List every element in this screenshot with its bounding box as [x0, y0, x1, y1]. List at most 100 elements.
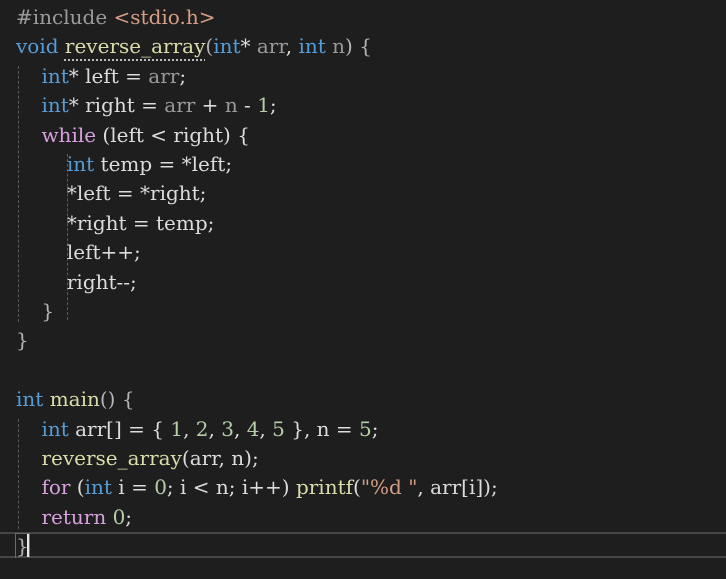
code-token: , — [259, 416, 273, 441]
code-line[interactable]: while (left < right) { — [0, 121, 726, 150]
code-line-text: int temp = *left; — [16, 150, 232, 179]
code-token: 0 — [154, 475, 167, 500]
code-token: main — [49, 387, 100, 412]
code-line[interactable]: *left = *right; — [0, 179, 726, 208]
code-token: 2 — [195, 416, 209, 441]
code-token: , arr[i]); — [417, 475, 498, 500]
code-token: , — [285, 34, 299, 59]
code-line-text: int* left = arr; — [16, 62, 186, 91]
code-token: ; — [125, 504, 133, 529]
code-token: 4 — [246, 416, 260, 441]
code-token: ; — [179, 63, 187, 88]
code-line-text: for (int i = 0; i < n; i++) printf("%d "… — [16, 473, 498, 502]
code-token: }, n = — [284, 416, 360, 441]
code-line[interactable]: left++; — [0, 238, 726, 267]
code-token: for — [41, 475, 71, 500]
code-line[interactable]: void reverse_array(int* arr, int n) { — [0, 32, 726, 61]
code-token: right--; — [16, 269, 137, 294]
code-token: , — [208, 416, 222, 441]
code-token: int — [66, 152, 95, 176]
code-token: ; — [269, 93, 277, 118]
code-line-text: } — [16, 297, 54, 326]
code-line-text: int arr[] = { 1, 2, 3, 4, 5 }, n = 5; — [16, 415, 379, 444]
code-line[interactable]: int* left = arr; — [0, 62, 726, 91]
code-token: 5 — [359, 416, 372, 441]
text-caret — [27, 534, 29, 557]
code-token: + — [195, 93, 225, 118]
code-token: void — [16, 34, 59, 59]
code-token: reverse_array — [41, 446, 182, 470]
code-line-text: int* right = arr + n - 1; — [16, 91, 277, 120]
code-token: ) { — [345, 34, 372, 59]
code-line[interactable]: int temp = *left; — [0, 150, 726, 179]
code-token: int — [298, 34, 326, 59]
code-line[interactable]: #include <stdio.h> — [0, 3, 726, 32]
code-token: *right = temp; — [16, 210, 215, 235]
code-token: - — [237, 93, 258, 118]
code-token: } — [16, 299, 55, 323]
code-token: ; i < n; i++) — [166, 475, 296, 500]
code-token: return — [41, 504, 107, 529]
code-token: 5 — [272, 416, 285, 441]
code-editor[interactable]: #include <stdio.h> void reverse_array(int… — [0, 0, 726, 579]
code-line[interactable]: int main() { — [0, 385, 726, 414]
code-token: , — [183, 416, 196, 441]
code-token: () { — [99, 387, 135, 412]
code-line[interactable]: int* right = arr + n - 1; — [0, 91, 726, 120]
code-line-text: left++; — [16, 238, 141, 267]
code-line[interactable]: for (int i = 0; i < n; i++) printf("%d "… — [0, 473, 726, 502]
code-line-text: return 0; — [16, 503, 132, 532]
editor-bottom-margin — [0, 558, 726, 579]
code-token: arr — [164, 93, 196, 118]
code-token: n — [332, 34, 346, 59]
code-token: arr — [148, 63, 180, 88]
code-line-text: right--; — [16, 268, 137, 297]
code-line-text: #include <stdio.h> — [16, 3, 215, 32]
code-line[interactable]: right--; — [0, 268, 726, 297]
code-token: ( — [70, 475, 85, 500]
code-token: ; — [371, 416, 379, 441]
code-token: #include — [16, 5, 114, 29]
code-token: arr[] = { — [68, 416, 171, 441]
code-token: 1 — [170, 416, 184, 441]
code-token: (left < right) { — [96, 122, 250, 147]
code-line-text: *right = temp; — [16, 209, 215, 238]
code-token: 1 — [257, 93, 270, 118]
code-token: * left = — [68, 63, 149, 88]
code-token: arr — [256, 34, 286, 59]
code-token: 0 — [112, 504, 126, 529]
code-line-text: } — [16, 326, 29, 355]
code-line[interactable] — [0, 356, 726, 385]
code-token: reverse_array — [64, 34, 206, 59]
code-line[interactable]: int arr[] = { 1, 2, 3, 4, 5 }, n = 5; — [0, 415, 726, 444]
code-token: int — [41, 93, 69, 118]
code-token: 3 — [221, 416, 234, 441]
code-line-text: void reverse_array(int* arr, int n) { — [16, 32, 372, 61]
code-token: int — [213, 34, 241, 59]
code-line[interactable]: } — [0, 297, 726, 326]
code-token: , — [233, 416, 247, 441]
code-token: (arr, n); — [181, 446, 259, 470]
code-token: int — [16, 387, 44, 412]
code-token: int — [41, 416, 69, 441]
code-token: int — [41, 63, 69, 88]
code-line[interactable]: *right = temp; — [0, 209, 726, 238]
code-token: i = — [111, 475, 155, 500]
code-token: * right = — [68, 93, 165, 118]
code-line[interactable]: reverse_array(arr, n); — [0, 444, 726, 473]
code-token: n — [224, 93, 238, 118]
code-token: int — [84, 475, 112, 500]
code-line[interactable]: } — [0, 326, 726, 355]
code-token: left++; — [16, 240, 141, 265]
code-line[interactable]: return 0; — [0, 503, 726, 532]
code-token: "%d " — [360, 475, 418, 500]
code-token: while — [41, 122, 97, 147]
